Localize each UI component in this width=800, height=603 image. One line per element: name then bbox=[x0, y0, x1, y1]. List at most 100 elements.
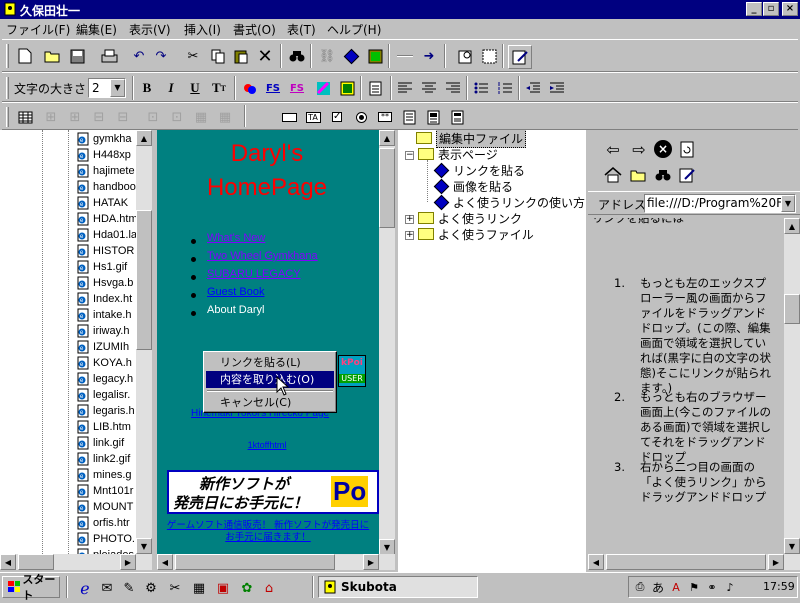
scroll-up-icon[interactable]: ▲ bbox=[379, 130, 395, 146]
bg-color-icon[interactable] bbox=[312, 77, 334, 99]
file-row[interactable]: e hajimete bbox=[76, 162, 135, 179]
flower-icon[interactable]: ✿ bbox=[236, 577, 258, 599]
italic-icon[interactable]: I bbox=[160, 77, 182, 99]
forward-icon[interactable]: ⇨ bbox=[628, 138, 650, 160]
ie-icon[interactable]: ℯ bbox=[74, 577, 96, 599]
file-row[interactable]: e legalisr. bbox=[76, 386, 130, 403]
expand-icon[interactable]: + bbox=[405, 215, 414, 224]
tool-icon[interactable]: ⚙ bbox=[140, 577, 162, 599]
app-icon[interactable]: ▣ bbox=[212, 577, 234, 599]
tree-favorite-files[interactable]: よく使うファイル bbox=[418, 226, 534, 242]
bullet-list-icon[interactable] bbox=[470, 77, 492, 99]
tree-item[interactable]: よく使うリンクの使い方 bbox=[433, 194, 585, 210]
radio-icon[interactable] bbox=[350, 106, 372, 128]
menu-view[interactable]: 表示(V) bbox=[129, 21, 171, 38]
scroll-up-icon[interactable]: ▲ bbox=[784, 218, 800, 234]
search-icon[interactable] bbox=[652, 164, 674, 186]
align-center-icon[interactable] bbox=[418, 77, 440, 99]
footer-link-line2[interactable]: お手元に届きます！ bbox=[157, 529, 379, 543]
volume-icon[interactable]: ♪ bbox=[721, 577, 739, 597]
save-icon[interactable] bbox=[66, 45, 88, 67]
link-whats-new[interactable]: What's New bbox=[207, 232, 265, 244]
start-button[interactable]: スタート bbox=[2, 573, 60, 602]
calendar-icon[interactable]: ▦ bbox=[188, 577, 210, 599]
scroll-down-icon[interactable]: ▼ bbox=[136, 538, 152, 554]
paste-icon[interactable] bbox=[230, 45, 252, 67]
file-row[interactable]: e HATAK bbox=[76, 194, 128, 211]
file-row[interactable]: e MOUNT bbox=[76, 498, 133, 515]
collapse-icon[interactable]: − bbox=[405, 151, 414, 160]
file-row[interactable]: e PHOTO. bbox=[76, 530, 135, 547]
scroll-left-icon[interactable]: ◀ bbox=[0, 554, 16, 570]
align-right-icon[interactable] bbox=[442, 77, 464, 99]
file-row[interactable]: e mines.g bbox=[76, 466, 132, 483]
scroll-up-icon[interactable]: ▲ bbox=[136, 130, 152, 146]
table-icon[interactable] bbox=[14, 106, 36, 128]
home-icon[interactable] bbox=[602, 164, 624, 186]
link-guest-book[interactable]: Guest Book bbox=[207, 286, 264, 298]
link-icon[interactable]: ⛓ bbox=[316, 45, 338, 67]
image-icon[interactable] bbox=[364, 45, 386, 67]
edit-page-icon[interactable] bbox=[676, 164, 698, 186]
number-list-icon[interactable] bbox=[494, 77, 516, 99]
password-icon[interactable]: ** bbox=[374, 106, 396, 128]
toolbar-grip[interactable] bbox=[6, 44, 9, 68]
tree-item[interactable]: 画像を貼る bbox=[433, 178, 513, 194]
scroll-thumb[interactable] bbox=[606, 554, 766, 570]
file-row[interactable]: e HDA.htm bbox=[76, 210, 138, 227]
file-row[interactable]: e handboo bbox=[76, 178, 136, 195]
scroll-down-icon[interactable]: ▼ bbox=[784, 538, 800, 554]
file-row[interactable]: e H448xp bbox=[76, 146, 131, 163]
redo-icon[interactable]: ↷ bbox=[150, 45, 172, 67]
file-row[interactable]: e Mnt101r bbox=[76, 482, 133, 499]
link-gymkhana[interactable]: Two Wheel Gymkhana bbox=[207, 250, 318, 262]
restore-button[interactable]: ▫ bbox=[763, 2, 779, 16]
scroll-thumb[interactable] bbox=[379, 148, 395, 228]
button-form-icon[interactable] bbox=[446, 106, 468, 128]
new-icon[interactable] bbox=[14, 45, 36, 67]
outlook-icon[interactable]: ✉ bbox=[96, 577, 118, 599]
stop-icon[interactable]: × bbox=[652, 138, 674, 160]
font-style2-icon[interactable]: FS bbox=[286, 77, 308, 99]
insert-marker-icon[interactable]: ➜ bbox=[418, 45, 440, 67]
file-row[interactable]: e intake.h bbox=[76, 306, 132, 323]
network-icon[interactable]: ⚭ bbox=[703, 577, 721, 597]
textarea-icon[interactable]: TA bbox=[302, 106, 324, 128]
underline-icon[interactable]: U bbox=[184, 77, 206, 99]
select-icon[interactable] bbox=[422, 106, 444, 128]
menu-format[interactable]: 書式(O) bbox=[233, 21, 276, 38]
font-style-icon[interactable]: FS bbox=[262, 77, 284, 99]
file-row[interactable]: e KOYA.h bbox=[76, 354, 132, 371]
file-row[interactable]: e link.gif bbox=[76, 434, 124, 451]
tree-item[interactable]: リンクを貼る bbox=[433, 162, 525, 178]
print-icon[interactable] bbox=[98, 45, 120, 67]
file-horizontal-scrollbar[interactable]: ◀ ▶ bbox=[0, 554, 152, 570]
file-row[interactable]: e gymkha bbox=[76, 130, 132, 147]
file-row[interactable]: e link2.gif bbox=[76, 450, 130, 467]
expand-icon[interactable]: + bbox=[405, 231, 414, 240]
open-icon[interactable] bbox=[42, 45, 64, 67]
file-row[interactable]: e Hs1.gif bbox=[76, 258, 127, 275]
scroll-thumb[interactable] bbox=[18, 554, 54, 570]
file-row[interactable]: e LIB.htm bbox=[76, 418, 131, 435]
scissors-icon[interactable]: ✂ bbox=[164, 577, 186, 599]
menu-edit[interactable]: 編集(E) bbox=[76, 21, 117, 38]
menu-file[interactable]: ファイル(F) bbox=[6, 21, 70, 38]
checkbox-icon[interactable]: ✓ bbox=[326, 106, 348, 128]
preview-horizontal-scrollbar[interactable]: ◀ ▶ bbox=[157, 554, 395, 570]
delete-icon[interactable]: ✕ bbox=[254, 45, 276, 67]
color-icon[interactable] bbox=[238, 77, 260, 99]
link-subaru[interactable]: SUBARU LEGACY bbox=[207, 268, 301, 280]
back-icon[interactable]: ⇦ bbox=[602, 138, 624, 160]
file-row[interactable]: e HISTOR bbox=[76, 242, 134, 259]
scroll-thumb[interactable] bbox=[136, 210, 152, 350]
outdent-icon[interactable] bbox=[522, 77, 544, 99]
chevron-down-icon[interactable]: ▼ bbox=[110, 79, 125, 97]
scroll-thumb[interactable] bbox=[784, 294, 800, 324]
notepad-icon[interactable]: ✎ bbox=[118, 577, 140, 599]
menu-item-paste-link[interactable]: リンクを貼る(L) bbox=[206, 354, 334, 371]
file-row[interactable]: e Hda01.la bbox=[76, 226, 137, 243]
file-row[interactable]: e orfis.htr bbox=[76, 514, 130, 531]
typewriter-icon[interactable]: TT bbox=[208, 77, 230, 99]
ime-kana-icon[interactable]: A bbox=[667, 577, 685, 597]
